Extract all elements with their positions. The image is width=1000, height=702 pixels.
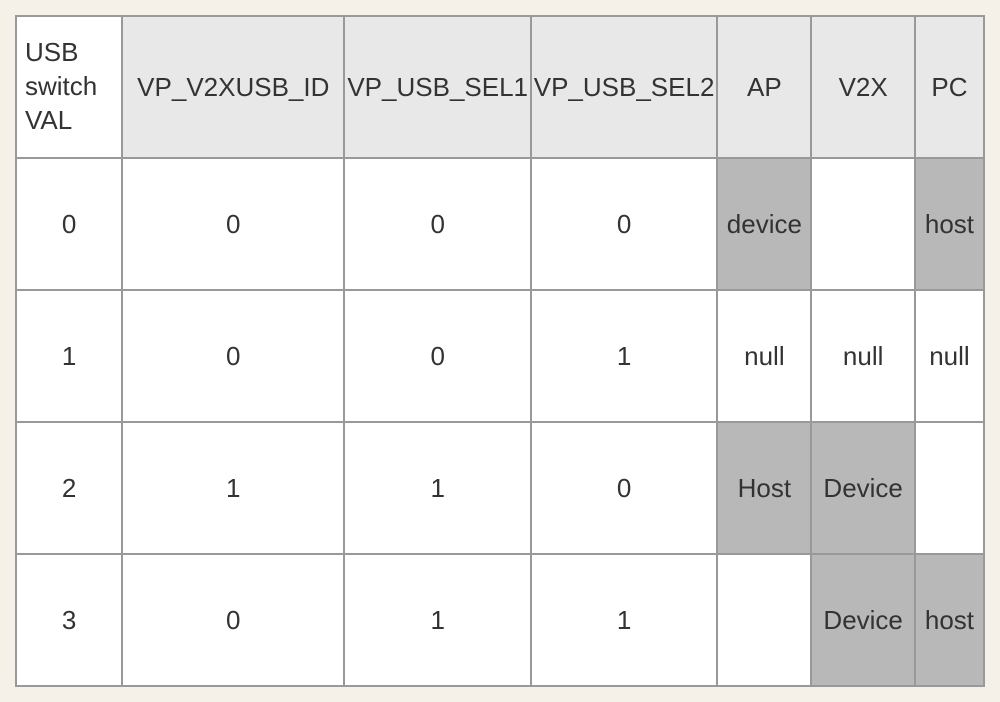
cell-pc: host xyxy=(915,554,984,686)
header-label: VP_USB_SEL2 xyxy=(534,72,715,102)
cell-sel2: 1 xyxy=(531,290,717,422)
cell-sel1: 1 xyxy=(344,554,530,686)
cell-ap: Host xyxy=(717,422,811,554)
cell-sel2: 1 xyxy=(531,554,717,686)
cell-ap: device xyxy=(717,158,811,290)
header-vp-usb-sel2: VP_USB_SEL2 xyxy=(531,16,717,158)
cell-v2x xyxy=(811,158,914,290)
cell-val: 3 xyxy=(16,554,122,686)
cell-pc xyxy=(915,422,984,554)
header-label: VP_USB_SEL1 xyxy=(347,72,528,102)
cell-sel1: 0 xyxy=(344,290,530,422)
cell-id: 1 xyxy=(122,422,344,554)
cell-ap: null xyxy=(717,290,811,422)
cell-val: 1 xyxy=(16,290,122,422)
cell-id: 0 xyxy=(122,158,344,290)
table-body: 0000devicehost1001nullnullnull2110HostDe… xyxy=(16,158,984,686)
table-row: 2110HostDevice xyxy=(16,422,984,554)
header-label: VP_V2XUSB_ID xyxy=(137,72,329,102)
cell-sel2: 0 xyxy=(531,158,717,290)
cell-sel1: 1 xyxy=(344,422,530,554)
cell-v2x: Device xyxy=(811,554,914,686)
header-label: PC xyxy=(931,72,967,102)
cell-val: 0 xyxy=(16,158,122,290)
cell-sel1: 0 xyxy=(344,158,530,290)
table-row: 0000devicehost xyxy=(16,158,984,290)
table-header-row: USB switch VAL VP_V2XUSB_ID VP_USB_SEL1 … xyxy=(16,16,984,158)
cell-pc: host xyxy=(915,158,984,290)
cell-pc: null xyxy=(915,290,984,422)
header-ap: AP xyxy=(717,16,811,158)
header-vp-v2xusb-id: VP_V2XUSB_ID xyxy=(122,16,344,158)
cell-ap xyxy=(717,554,811,686)
header-label: AP xyxy=(747,72,782,102)
cell-id: 0 xyxy=(122,554,344,686)
table-row: 3011Devicehost xyxy=(16,554,984,686)
header-usb-switch-val: USB switch VAL xyxy=(16,16,122,158)
cell-val: 2 xyxy=(16,422,122,554)
cell-v2x: null xyxy=(811,290,914,422)
header-label: V2X xyxy=(839,72,888,102)
header-vp-usb-sel1: VP_USB_SEL1 xyxy=(344,16,530,158)
cell-sel2: 0 xyxy=(531,422,717,554)
table-row: 1001nullnullnull xyxy=(16,290,984,422)
header-v2x: V2X xyxy=(811,16,914,158)
cell-id: 0 xyxy=(122,290,344,422)
cell-v2x: Device xyxy=(811,422,914,554)
header-pc: PC xyxy=(915,16,984,158)
header-label: USB switch VAL xyxy=(25,37,97,135)
usb-switch-table: USB switch VAL VP_V2XUSB_ID VP_USB_SEL1 … xyxy=(15,15,985,687)
